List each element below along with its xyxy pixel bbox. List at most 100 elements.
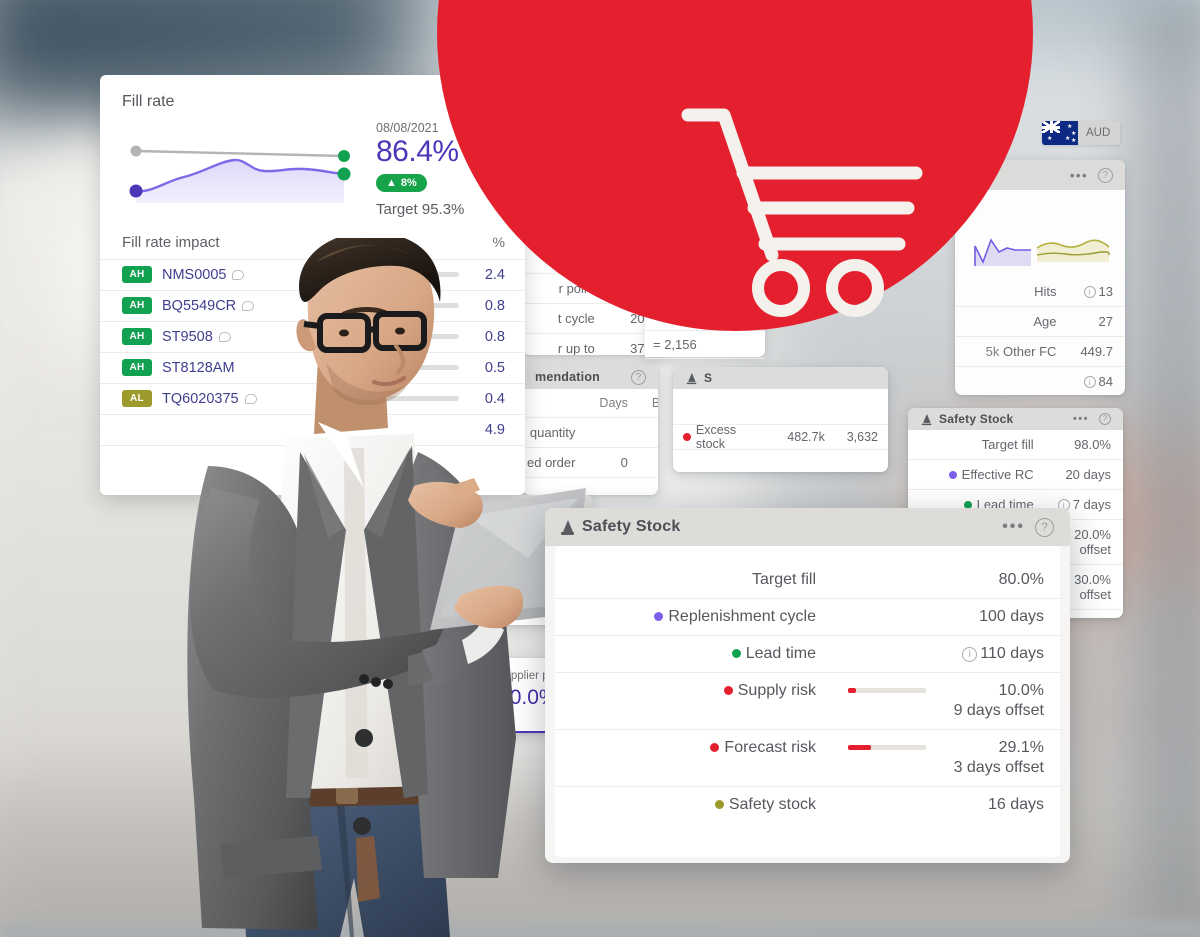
table-row: Target fill 98.0% xyxy=(908,430,1123,460)
table-row: i 84 xyxy=(955,366,1125,395)
excess-card-title: S xyxy=(685,371,876,386)
excess-stock-value-1: 482.7k xyxy=(787,430,825,444)
days-extra-value: = 2,156 xyxy=(645,331,765,359)
info-icon[interactable]: i xyxy=(1083,286,1096,298)
fill-rate-sparkline-svg xyxy=(129,145,351,203)
severity-tag: AL xyxy=(122,390,152,408)
ellipsis-icon[interactable]: ••• xyxy=(1002,518,1025,536)
cone-icon xyxy=(686,372,697,384)
safety-stock-table: Target fill 80.0% Replenishment cycle 10… xyxy=(555,562,1060,823)
stats-sparkline xyxy=(974,238,1110,266)
table-row: Forecast risk 29.1% xyxy=(555,730,1060,760)
safety-stock-header: Safety Stock ••• ? xyxy=(545,508,1070,546)
fill-rate-chart xyxy=(122,135,362,213)
info-icon[interactable]: i xyxy=(1083,376,1096,388)
excess-stock-card[interactable]: S Excess stock 482.7k 3,632 xyxy=(673,367,888,472)
stats-label: Hits xyxy=(955,277,1069,307)
ss-bar-cell xyxy=(832,562,942,599)
supply-risk-bar xyxy=(848,688,926,693)
stats-table-body: Hits i 13 Age 27 5k Other FC 449.7 i 84 xyxy=(955,277,1125,395)
table-row: Replenishment cycle 100 days xyxy=(555,598,1060,636)
page-title: Fill rate xyxy=(122,93,175,110)
table-row: Effective RC 20 days xyxy=(908,459,1123,490)
stats-value: i 13 xyxy=(1068,277,1125,307)
chart-end-marker-target xyxy=(338,150,350,162)
chart-end-marker-fill xyxy=(337,167,351,181)
chart-start-marker-fill xyxy=(129,184,143,198)
table-row: Safety stock 16 days xyxy=(555,787,1060,824)
stats-value: 449.7 xyxy=(1068,336,1125,367)
table-row: Supply risk 10.0% xyxy=(555,673,1060,703)
safety-stock-title-group: Safety Stock xyxy=(561,518,1002,536)
question-mark-icon[interactable]: ? xyxy=(631,369,646,385)
ss-label: Forecast risk xyxy=(555,730,832,760)
stats-value: i 84 xyxy=(1068,366,1125,395)
ss-value: i 110 days xyxy=(942,635,1060,673)
ss-label: Lead time xyxy=(555,635,832,673)
ss-value: 100 days xyxy=(942,598,1060,636)
severity-tag: AH xyxy=(122,297,152,315)
fill-rate-target: Target 95.3% xyxy=(376,200,465,218)
jacket-button xyxy=(355,729,373,747)
ss-label: Target fill xyxy=(555,562,832,599)
currency-code: AUD xyxy=(1086,127,1111,139)
table-row: Age 27 xyxy=(955,306,1125,337)
ss-label: Supply risk xyxy=(555,673,832,703)
currency-chip[interactable]: ★ ★ ★ ★ ★ AUD xyxy=(1042,121,1120,145)
reco-row-days: 0 xyxy=(587,447,640,478)
severity-tag: AH xyxy=(122,266,152,284)
ss-bar-cell xyxy=(832,673,942,703)
info-icon[interactable]: i xyxy=(962,647,978,662)
safety-stock-title: Safety Stock xyxy=(582,518,681,535)
stats-table: Hits i 13 Age 27 5k Other FC 449.7 i 84 xyxy=(955,277,1125,395)
ss-label: Safety stock xyxy=(555,787,832,824)
ss-back-value: 20 days xyxy=(1045,459,1123,490)
question-mark-icon[interactable]: ? xyxy=(1099,413,1111,425)
excess-stock-label: Excess stock xyxy=(695,423,737,451)
arrow-up-icon: ▲ xyxy=(386,176,397,189)
question-mark-icon[interactable]: ? xyxy=(1098,167,1113,183)
excess-card-header: S xyxy=(673,367,888,389)
status-dot-red xyxy=(723,686,733,695)
stats-label: Age xyxy=(955,306,1069,337)
ellipsis-icon[interactable]: ••• xyxy=(1070,168,1088,183)
reco-row-bales: 0 xyxy=(639,447,658,478)
ss-bar-cell xyxy=(832,730,942,760)
ss-label: Replenishment cycle xyxy=(555,598,832,636)
stats-sparkline-area xyxy=(955,190,1125,277)
ss-value: 29.1% xyxy=(998,739,1044,756)
jacket-button xyxy=(353,817,371,835)
stats-label xyxy=(955,366,1069,395)
forecast-risk-bar xyxy=(848,745,926,750)
status-dot-red xyxy=(683,433,691,441)
safety-stock-back-title: Safety Stock xyxy=(920,412,1073,427)
background-right-dim xyxy=(1120,0,1200,937)
status-badge: ▲ 8% xyxy=(376,173,427,192)
stats-label: 5k Other FC xyxy=(955,336,1069,367)
ellipsis-icon[interactable]: ••• xyxy=(1073,413,1089,425)
cone-icon xyxy=(921,413,932,425)
reco-col-bales: Bales xyxy=(639,389,658,418)
status-dot-purple xyxy=(654,612,664,621)
ss-bar-cell xyxy=(832,598,942,636)
australia-flag-icon: ★ ★ ★ ★ ★ xyxy=(1042,121,1078,145)
chart-start-marker-target xyxy=(130,145,142,157)
table-row: 9 days offset xyxy=(555,702,1060,730)
table-row: Lead time i 110 days xyxy=(555,635,1060,673)
ss-back-value: 98.0% xyxy=(1045,430,1123,460)
stats-value: 27 xyxy=(1068,306,1125,337)
status-dot-purple xyxy=(948,471,957,479)
excess-stock-row: Excess stock 482.7k 3,632 xyxy=(673,423,888,451)
table-row: Target fill 80.0% xyxy=(555,562,1060,599)
table-row: 5k Other FC 449.7 xyxy=(955,336,1125,367)
table-row: Hits i 13 xyxy=(955,277,1125,307)
table-row: 3 days offset xyxy=(555,759,1060,787)
safety-stock-card[interactable]: Safety Stock ••• ? Target fill 80.0% Rep… xyxy=(545,508,1070,863)
shopping-cart-icon xyxy=(681,108,923,317)
excess-stock-value-2: 3,632 xyxy=(846,430,878,444)
safety-stock-body: Target fill 80.0% Replenishment cycle 10… xyxy=(555,546,1060,857)
question-mark-icon[interactable]: ? xyxy=(1035,517,1054,537)
status-dot-red xyxy=(710,743,720,752)
ss-value: 10.0% xyxy=(998,682,1044,699)
ss-value: 16 days xyxy=(987,796,1044,813)
